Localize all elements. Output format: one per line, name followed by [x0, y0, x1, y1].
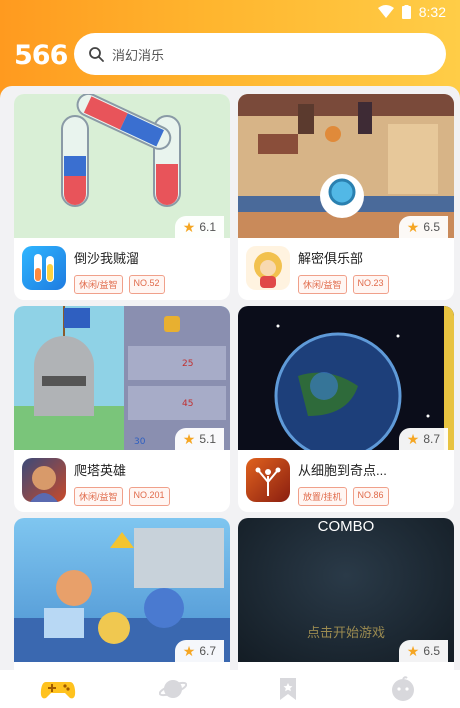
star-icon: ★	[406, 430, 420, 447]
game-name: 解密俱乐部	[298, 251, 364, 266]
rating-badge: ★ 8.7	[398, 428, 448, 450]
game-card-sand-sort[interactable]: ★ 6.1 倒沙我贼溜 休闲/益智 NO.52	[14, 94, 230, 300]
tab-profile[interactable]	[373, 670, 433, 708]
rating-badge: ★ 6.1	[174, 216, 224, 238]
thumb-subtitle: 点击开始游戏	[306, 625, 385, 640]
rating-badge: ★ 6.5	[398, 216, 448, 238]
rank-tag: NO.86	[352, 487, 389, 506]
game-name: 倒沙我贼溜	[74, 251, 140, 266]
search-icon	[89, 47, 104, 62]
star-icon: ★	[182, 430, 196, 447]
game-name: 爬塔英雄	[74, 463, 127, 478]
app-icon	[246, 246, 290, 290]
game-card-cell-to-singularity[interactable]: ★ 8.7 从细胞到奇点... 放置/挂机 NO.86	[238, 306, 454, 512]
planet-icon	[158, 680, 187, 698]
game-name: 从细胞到奇点...	[298, 463, 387, 478]
bottom-tab-bar	[0, 670, 460, 708]
rank-tag: NO.201	[128, 487, 170, 506]
svg-text:30: 30	[134, 437, 146, 447]
bookmark-icon	[279, 678, 296, 700]
game-card-mystery-club[interactable]: ★ 6.5 解密俱乐部 休闲/益智 NO.23	[238, 94, 454, 300]
game-card-combo[interactable]: COMBO 点击开始游戏 ★ 6.5	[238, 518, 454, 670]
search-placeholder: 消幻消乐	[112, 47, 165, 63]
star-icon: ★	[182, 218, 196, 235]
status-bar: 8:32	[377, 0, 446, 24]
rating-badge: ★ 5.1	[174, 428, 224, 450]
header-bar: 8:32 566 消幻消乐	[0, 0, 460, 100]
app-icon	[246, 458, 290, 502]
category-tag: 放置/挂机	[298, 487, 347, 506]
svg-text:25: 25	[182, 359, 193, 369]
tab-favorites[interactable]	[258, 670, 318, 708]
gamepad-icon	[40, 682, 75, 699]
search-bar[interactable]: 消幻消乐	[74, 33, 446, 75]
rank-tag: NO.23	[352, 275, 389, 294]
game-grid: ★ 6.1 倒沙我贼溜 休闲/益智 NO.52 ★ 6.5 解密俱乐部 休闲/益…	[0, 86, 460, 670]
thumb-title: COMBO	[317, 518, 375, 535]
app-logo[interactable]: 566	[14, 40, 68, 71]
profile-icon	[391, 676, 414, 701]
game-card-tower-hero[interactable]: 25 45 30 ★ 5.1 爬塔英雄 休闲/益智 NO.201	[14, 306, 230, 512]
star-icon: ★	[406, 642, 420, 659]
app-icon	[22, 458, 66, 502]
star-icon: ★	[182, 642, 196, 659]
category-tag: 休闲/益智	[74, 275, 123, 294]
rating-badge: ★ 6.5	[398, 640, 448, 662]
svg-text:45: 45	[182, 399, 193, 409]
category-tag: 休闲/益智	[298, 275, 347, 294]
battery-icon	[401, 5, 411, 19]
tab-games[interactable]	[28, 670, 88, 708]
app-icon	[22, 246, 66, 290]
rank-tag: NO.52	[128, 275, 165, 294]
game-card-clash[interactable]: ★ 6.7	[14, 518, 230, 670]
category-tag: 休闲/益智	[74, 487, 123, 506]
wifi-icon	[377, 5, 394, 18]
rating-badge: ★ 6.7	[174, 640, 224, 662]
status-time: 8:32	[418, 4, 446, 20]
star-icon: ★	[406, 218, 420, 235]
tab-discover[interactable]	[143, 670, 203, 708]
